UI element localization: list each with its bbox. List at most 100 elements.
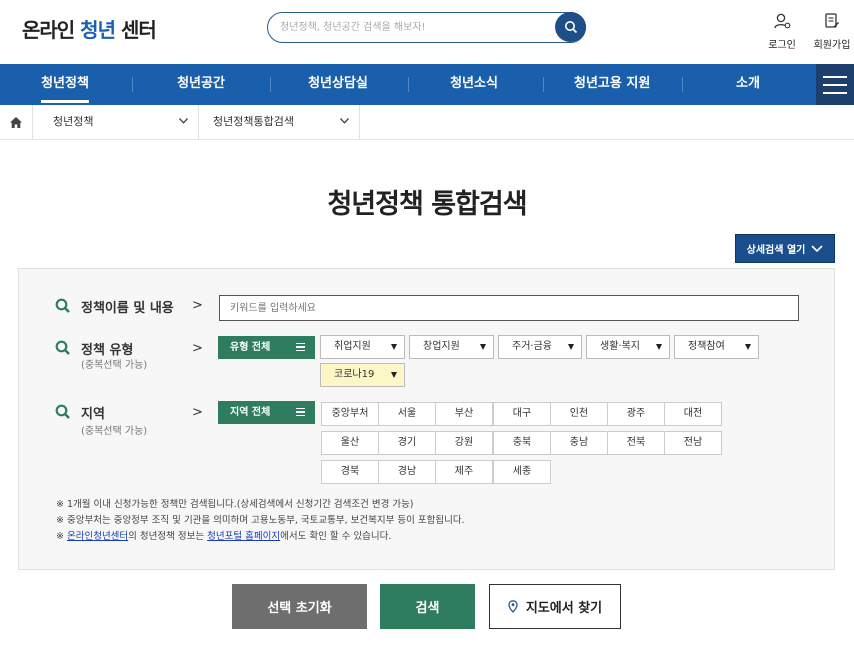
search-bar (267, 12, 586, 43)
search-input[interactable] (280, 19, 550, 36)
note-prefix: ※ (56, 531, 67, 542)
user-icon (774, 13, 791, 29)
row-arrow: > (192, 298, 203, 313)
nav-item-about[interactable]: 소개 (735, 64, 761, 105)
youth-portal-link[interactable]: 청년포털 홈페이지 (207, 531, 280, 542)
list-icon (296, 343, 305, 351)
type-label: 창업지원 (423, 341, 460, 352)
dropdown-arrow-icon (391, 344, 397, 350)
nav-divider (408, 77, 409, 92)
nav-item-employment[interactable]: 청년고용 지원 (574, 64, 650, 105)
youth-center-link[interactable]: 온라인청년센터 (67, 531, 128, 542)
type-all-label: 유형 전체 (230, 342, 271, 353)
dropdown-arrow-icon (480, 344, 486, 350)
region-option[interactable]: 인천 (550, 402, 608, 426)
nav-divider (132, 77, 133, 92)
home-button[interactable] (0, 105, 33, 139)
logo-accent: 청년 (80, 18, 116, 42)
dropdown-arrow-icon (568, 344, 574, 350)
note-line-3: ※ 온라인청년센터의 청년정책 정보는 청년포털 홈페이지에서도 확인 할 수 … (56, 529, 465, 545)
region-option[interactable]: 부산 (435, 402, 493, 426)
row-arrow: > (192, 405, 203, 420)
breadcrumb-select-level2[interactable]: 청년정책통합검색 (199, 105, 360, 139)
type-label: 취업지원 (334, 341, 371, 352)
signup-link[interactable]: 회원가입 (812, 10, 852, 51)
region-option[interactable]: 전남 (664, 431, 722, 455)
type-label: 코로나19 (334, 369, 375, 380)
chevron-down-icon (179, 118, 188, 124)
region-option[interactable]: 서울 (378, 402, 436, 426)
map-search-label: 지도에서 찾기 (525, 601, 603, 616)
policy-name-label: 정책이름 및 내용 (81, 301, 174, 316)
type-label: 주거·금융 (512, 341, 552, 352)
region-option[interactable]: 강원 (435, 431, 493, 455)
reset-label: 선택 초기화 (267, 601, 332, 616)
search-submit-label: 검색 (415, 601, 440, 616)
dropdown-arrow-icon (745, 344, 751, 350)
note-line-2: ※ 중앙부처는 중앙정부 조직 및 기관을 의미하며 고용노동부, 국토교통부,… (56, 515, 465, 526)
region-option[interactable]: 경기 (378, 431, 436, 455)
home-icon (10, 116, 22, 128)
type-label: 생활·복지 (600, 341, 640, 352)
region-option[interactable]: 전북 (607, 431, 665, 455)
search-panel: 정책이름 및 내용 > 정책 유형 (중복선택 가능) > 유형 전체 취업지원… (18, 268, 835, 570)
note-suffix: 에서도 확인 할 수 있습니다. (280, 531, 392, 542)
region-option[interactable]: 제주 (435, 460, 493, 484)
region-all-button[interactable]: 지역 전체 (218, 401, 315, 424)
type-dropdown-housing[interactable]: 주거·금융 (498, 335, 582, 359)
region-all-label: 지역 전체 (230, 407, 271, 418)
nav-item-news[interactable]: 청년소식 (450, 64, 498, 105)
region-option[interactable]: 충남 (550, 431, 608, 455)
nav-divider (543, 77, 544, 92)
menu-icon[interactable] (816, 64, 854, 105)
logo-suffix: 센터 (114, 18, 157, 42)
detail-search-toggle[interactable]: 상세검색 열기 (735, 234, 835, 263)
breadcrumb: 청년정책 청년정책통합검색 (0, 105, 854, 140)
region-option[interactable]: 경남 (378, 460, 436, 484)
chevron-down-icon (340, 118, 349, 124)
region-option[interactable]: 대전 (664, 402, 722, 426)
nav-divider (270, 77, 271, 92)
breadcrumb-select-level1[interactable]: 청년정책 (34, 105, 199, 139)
region-option[interactable]: 중앙부처 (321, 402, 379, 426)
map-search-button[interactable]: 지도에서 찾기 (489, 584, 621, 629)
login-label: 로그인 (768, 40, 796, 51)
region-option[interactable]: 세종 (493, 460, 551, 484)
signup-icon (825, 13, 839, 28)
search-button[interactable] (555, 12, 586, 42)
nav-item-policy[interactable]: 청년정책 (41, 64, 89, 105)
site-logo[interactable]: 온라인 청년 센터 (22, 14, 157, 43)
region-option[interactable]: 울산 (321, 431, 379, 455)
reset-button[interactable]: 선택 초기화 (232, 584, 367, 629)
type-all-button[interactable]: 유형 전체 (218, 336, 315, 359)
keyword-input[interactable] (219, 295, 799, 321)
search-icon (55, 340, 70, 355)
region-option[interactable]: 경북 (321, 460, 379, 484)
breadcrumb-level1-label: 청년정책 (53, 115, 94, 128)
main-nav: 청년정책 청년공간 청년상담실 청년소식 청년고용 지원 소개 (0, 64, 854, 105)
search-submit-button[interactable]: 검색 (380, 584, 475, 629)
site-header: 온라인 청년 센터 로그인 회원가입 (0, 0, 854, 64)
map-pin-icon (508, 600, 518, 613)
type-dropdown-covid19[interactable]: 코로나19 (320, 363, 405, 387)
region-option[interactable]: 대구 (493, 402, 551, 426)
type-label: 정책참여 (688, 341, 725, 352)
type-dropdown-welfare[interactable]: 생활·복지 (586, 335, 670, 359)
search-icon (564, 21, 577, 34)
search-notes: ※ 1개월 이내 신청가능한 정책만 검색됩니다.(상세검색에서 신청기간 검색… (56, 497, 465, 545)
type-dropdown-participation[interactable]: 정책참여 (674, 335, 759, 359)
list-icon (296, 408, 305, 416)
region-option[interactable]: 충북 (493, 431, 551, 455)
nav-item-counsel[interactable]: 청년상담실 (307, 64, 369, 105)
login-link[interactable]: 로그인 (762, 10, 802, 51)
policy-type-sub: (중복선택 가능) (81, 360, 148, 371)
region-option[interactable]: 광주 (607, 402, 665, 426)
type-dropdown-startup[interactable]: 창업지원 (409, 335, 494, 359)
nav-item-space[interactable]: 청년공간 (177, 64, 225, 105)
region-sub: (중복선택 가능) (81, 426, 148, 437)
nav-divider (682, 77, 683, 92)
page-title: 청년정책 통합검색 (327, 189, 527, 220)
type-dropdown-employment[interactable]: 취업지원 (320, 335, 405, 359)
dropdown-arrow-icon (656, 344, 662, 350)
signup-label: 회원가입 (813, 40, 851, 51)
